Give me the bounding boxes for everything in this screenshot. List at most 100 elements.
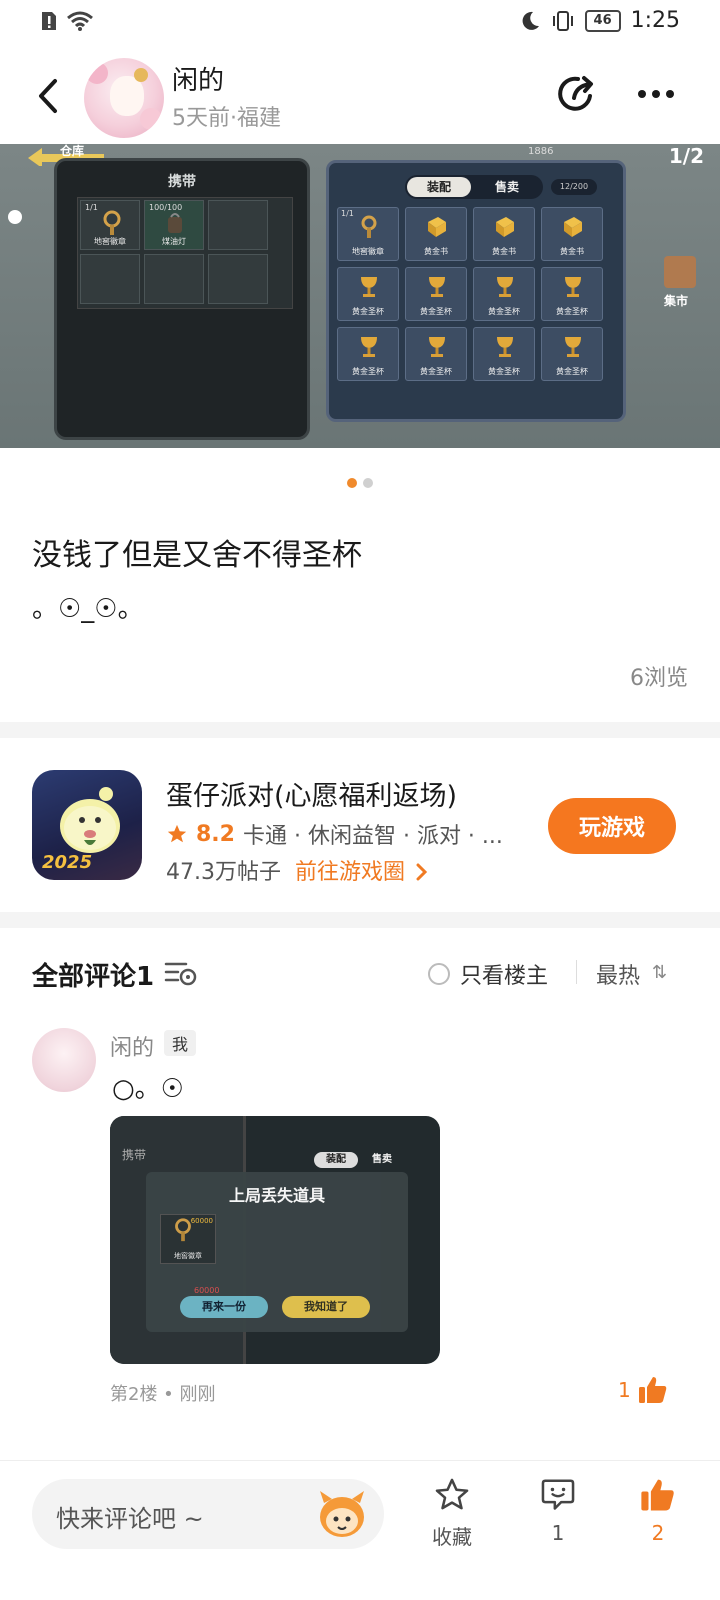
slot-label: 黄金圣杯 [556,367,588,376]
dialog-retry-button: 再来一份 [180,1296,268,1318]
game-back-label: 仓库 [60,144,85,158]
slot-label: 黄金圣杯 [352,367,384,376]
comment-button[interactable]: 1 [528,1475,588,1545]
view-count: 6浏览 [630,666,688,691]
comment-image-tab-equip: 装配 [314,1152,358,1168]
carry-slot [208,254,268,304]
only-op-toggle[interactable]: 只看楼主 [428,958,548,990]
like-button[interactable]: 2 [628,1475,688,1545]
share-button[interactable] [554,70,602,118]
clock-time: 1:25 [630,8,680,33]
golden-book-icon [564,217,582,237]
golden-chalice-icon [361,277,377,297]
game-name[interactable]: 蛋仔派对(心愿福利返场) [166,774,457,813]
status-right: 46 1:25 [519,8,680,33]
game-icon-year: 2025 [42,852,93,873]
mascot-emoji-icon[interactable] [314,1487,370,1541]
slot-label: 黄金圣杯 [488,307,520,316]
market-chest-icon [664,256,696,288]
carry-panel-title: 携带 [168,174,196,190]
slot-label: 黄金书 [560,247,584,256]
game-tags: 卡通 · 休闲益智 · 派对 · ... [242,824,503,849]
carry-slot [80,254,140,304]
thumbs-up-filled-icon [641,1479,674,1511]
carry-grid: 1/1 地窖徽章 100/100 煤油灯 [77,197,293,309]
storage-capacity: 12/200 [551,179,597,195]
section-divider [0,912,720,928]
commenter-name[interactable]: 闲的 [110,1030,154,1062]
radio-unchecked-icon [428,963,450,985]
play-game-button[interactable]: 玩游戏 [548,798,676,854]
slot-label: 黄金书 [424,247,448,256]
storage-slot: 1/1 地窖徽章 [337,207,399,261]
carry-slot [208,200,268,250]
commenter-avatar[interactable] [32,1028,96,1092]
game-score: 8.2 [196,821,235,847]
chevron-right-icon [416,863,428,881]
post-body: 。☉_☉。 [32,594,144,624]
sort-hot-button[interactable]: 最热 [596,958,640,990]
comment-filter-button[interactable] [164,958,198,988]
wifi-icon [67,11,93,31]
comment-image[interactable]: 携带 装配 售卖 上局丢失道具 60000 地窖徽章 60000 再来一份 我知… [110,1116,440,1364]
post-detail-page: 46 1:25 闲的 5天前·福建 仓库 1886 1/2 携带 1/1 地窖徽… [0,0,720,1600]
carry-slot: 1/1 地窖徽章 [80,200,140,250]
golden-chalice-icon [497,277,513,297]
slot-label: 黄金圣杯 [420,307,452,316]
slot-label: 地窖徽章 [94,237,126,246]
only-op-label: 只看楼主 [460,964,549,989]
comment-like-button[interactable]: 1 [618,1374,669,1406]
game-coins: 1886 [528,146,554,157]
storage-slot: 黄金书 [473,207,535,261]
storage-slot: 黄金圣杯 [405,327,467,381]
golden-chalice-icon [361,337,377,357]
golden-chalice-icon [565,337,581,357]
post-meta: 5天前·福建 [172,106,281,131]
image-carousel[interactable]: 仓库 1886 1/2 携带 1/1 地窖徽章 100/100 煤油灯 装配 售… [0,144,720,448]
dialog-item-price: 60000 [190,1217,213,1225]
comment-input[interactable]: 快来评论吧 ~ [32,1479,384,1549]
dialog-item-label: 地窖徽章 [174,1252,202,1260]
slot-label: 黄金圣杯 [488,367,520,376]
dialog-title: 上局丢失道具 [228,1186,325,1205]
storage-slot: 黄金圣杯 [473,267,535,321]
game-circle-link[interactable]: 前往游戏圈 [295,854,428,886]
game-circle-link-label: 前往游戏圈 [295,860,406,885]
game-rating-row: 8.2 卡通 · 休闲益智 · 派对 · ... [166,818,503,850]
more-dot-icon [666,90,674,98]
status-bar: 46 1:25 [0,0,720,48]
game-storage-panel: 装配 售卖 12/200 1/1 地窖徽章 黄金书 黄金书 黄金书 黄金圣杯 黄金圣杯 黄金圣… [326,160,626,422]
status-left [40,10,94,32]
sort-order-icon[interactable]: ⇅ [652,962,667,983]
carousel-page-counter: 1/2 [668,144,704,168]
comment-input-placeholder: 快来评论吧 ~ [56,1505,204,1533]
author-name[interactable]: 闲的 [172,60,224,97]
slot-label: 煤油灯 [162,237,186,246]
market-label: 集市 [664,294,689,308]
game-icon[interactable]: 2025 [32,770,142,880]
more-dot-icon [638,90,646,98]
key-icon [361,215,377,238]
favorite-button[interactable]: 收藏 [422,1475,482,1550]
storage-slot: 黄金圣杯 [337,267,399,321]
golden-chalice-icon [497,337,513,357]
storage-tabs: 装配 售卖 [405,175,543,199]
slot-label: 黄金圣杯 [556,307,588,316]
golden-chalice-icon [565,277,581,297]
lantern-icon [168,213,182,233]
share-icon [558,76,593,111]
carousel-dot [363,478,373,488]
storage-slot: 黄金圣杯 [473,327,535,381]
star-outline-icon [435,1478,469,1510]
game-carry-panel: 携带 1/1 地窖徽章 100/100 煤油灯 [54,158,310,440]
slot-count: 1/1 [85,203,98,212]
more-options-button[interactable] [628,70,684,118]
storage-slot: 黄金书 [541,207,603,261]
back-button[interactable] [28,70,68,122]
dialog-retry-price: 60000 [194,1286,220,1295]
vibrate-icon [552,10,573,31]
author-avatar[interactable] [84,58,164,138]
slot-label: 黄金圣杯 [352,307,384,316]
carousel-indicator [0,478,720,490]
comment-text: ○。☉ [112,1074,184,1104]
